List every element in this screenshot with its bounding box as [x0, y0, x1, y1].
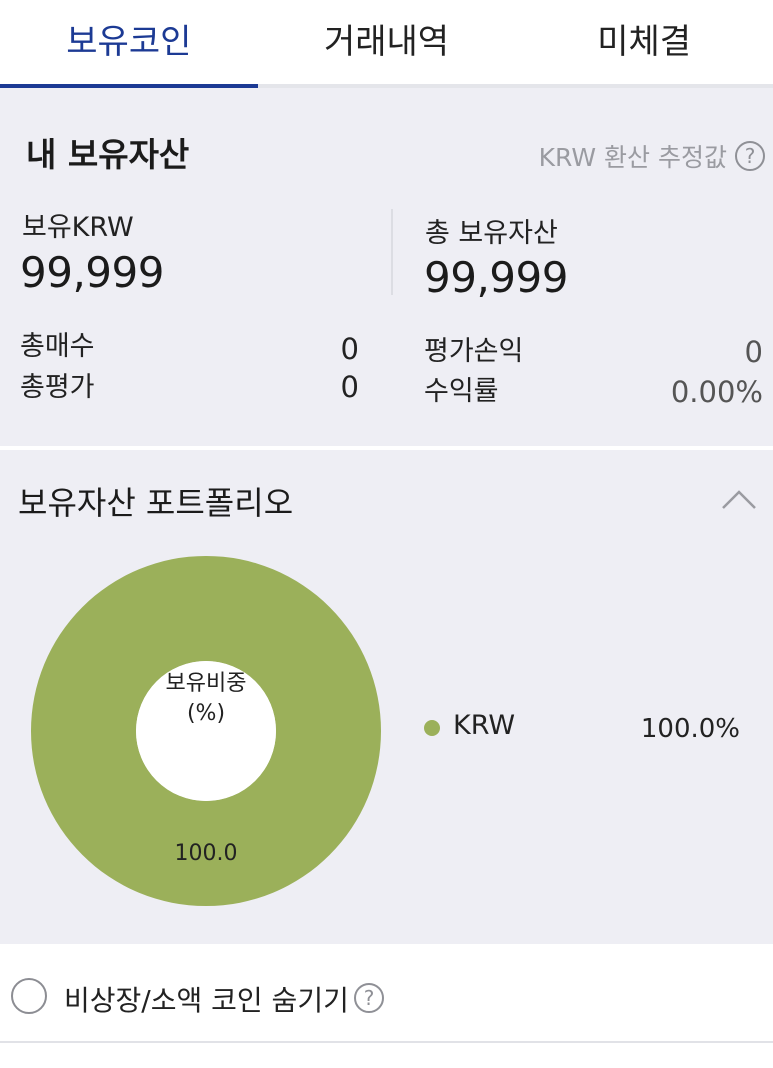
legend-pct-krw: 100.0%	[640, 714, 740, 744]
return-rate-value: 0.00%	[670, 375, 763, 409]
total-buy-value: 0	[340, 332, 359, 366]
portfolio-title: 보유자산 포트폴리오	[18, 484, 294, 522]
total-eval-label: 총평가	[20, 372, 95, 403]
legend-name-krw: KRW	[453, 710, 516, 741]
portfolio-donut-chart: 보유비중 (%) 100.0	[30, 555, 382, 907]
donut-center-title: 보유비중	[165, 671, 247, 696]
legend-dot-krw	[424, 720, 440, 736]
help-icon[interactable]: ?	[735, 141, 765, 171]
pnl-label: 평가손익	[424, 336, 524, 367]
hide-small-coins-label[interactable]: 비상장/소액 코인 숨기기	[64, 979, 349, 1019]
krw-label: 보유KRW	[22, 212, 134, 243]
total-eval-value: 0	[340, 370, 359, 404]
tab-bar: 보유코인 거래내역 미체결	[0, 0, 773, 88]
slice-label-krw: 100.0	[174, 841, 238, 866]
estimate-label: KRW 환산 추정값	[538, 143, 727, 172]
pnl-value: 0	[744, 335, 763, 369]
return-rate-label: 수익률	[424, 376, 499, 407]
total-buy-label: 총매수	[20, 331, 95, 362]
divider	[0, 1041, 773, 1043]
help-icon[interactable]: ?	[354, 983, 384, 1013]
hide-small-coins-radio[interactable]	[11, 978, 47, 1014]
filter-row: 비상장/소액 코인 숨기기 ?	[0, 948, 773, 1068]
divider	[391, 209, 393, 295]
krw-value: 99,999	[20, 248, 164, 297]
asset-summary: 내 보유자산 KRW 환산 추정값 ? 보유KRW 99,999 총 보유자산 …	[0, 88, 773, 446]
total-assets-label: 총 보유자산	[425, 218, 558, 249]
tab-transactions[interactable]: 거래내역	[258, 0, 516, 84]
donut-center-label: 보유비중 (%)	[136, 669, 276, 729]
portfolio-section: 보유자산 포트폴리오 보유비중 (%) 100.0 KRW 100.0%	[0, 450, 773, 944]
tab-holdings[interactable]: 보유코인	[0, 0, 258, 88]
chevron-up-icon[interactable]	[719, 484, 759, 514]
donut-center-unit: (%)	[186, 701, 226, 726]
estimate-note[interactable]: KRW 환산 추정값 ?	[539, 138, 765, 174]
total-assets-value: 99,999	[424, 253, 568, 302]
tab-pending-orders[interactable]: 미체결	[515, 0, 773, 84]
summary-title: 내 보유자산	[26, 135, 190, 174]
